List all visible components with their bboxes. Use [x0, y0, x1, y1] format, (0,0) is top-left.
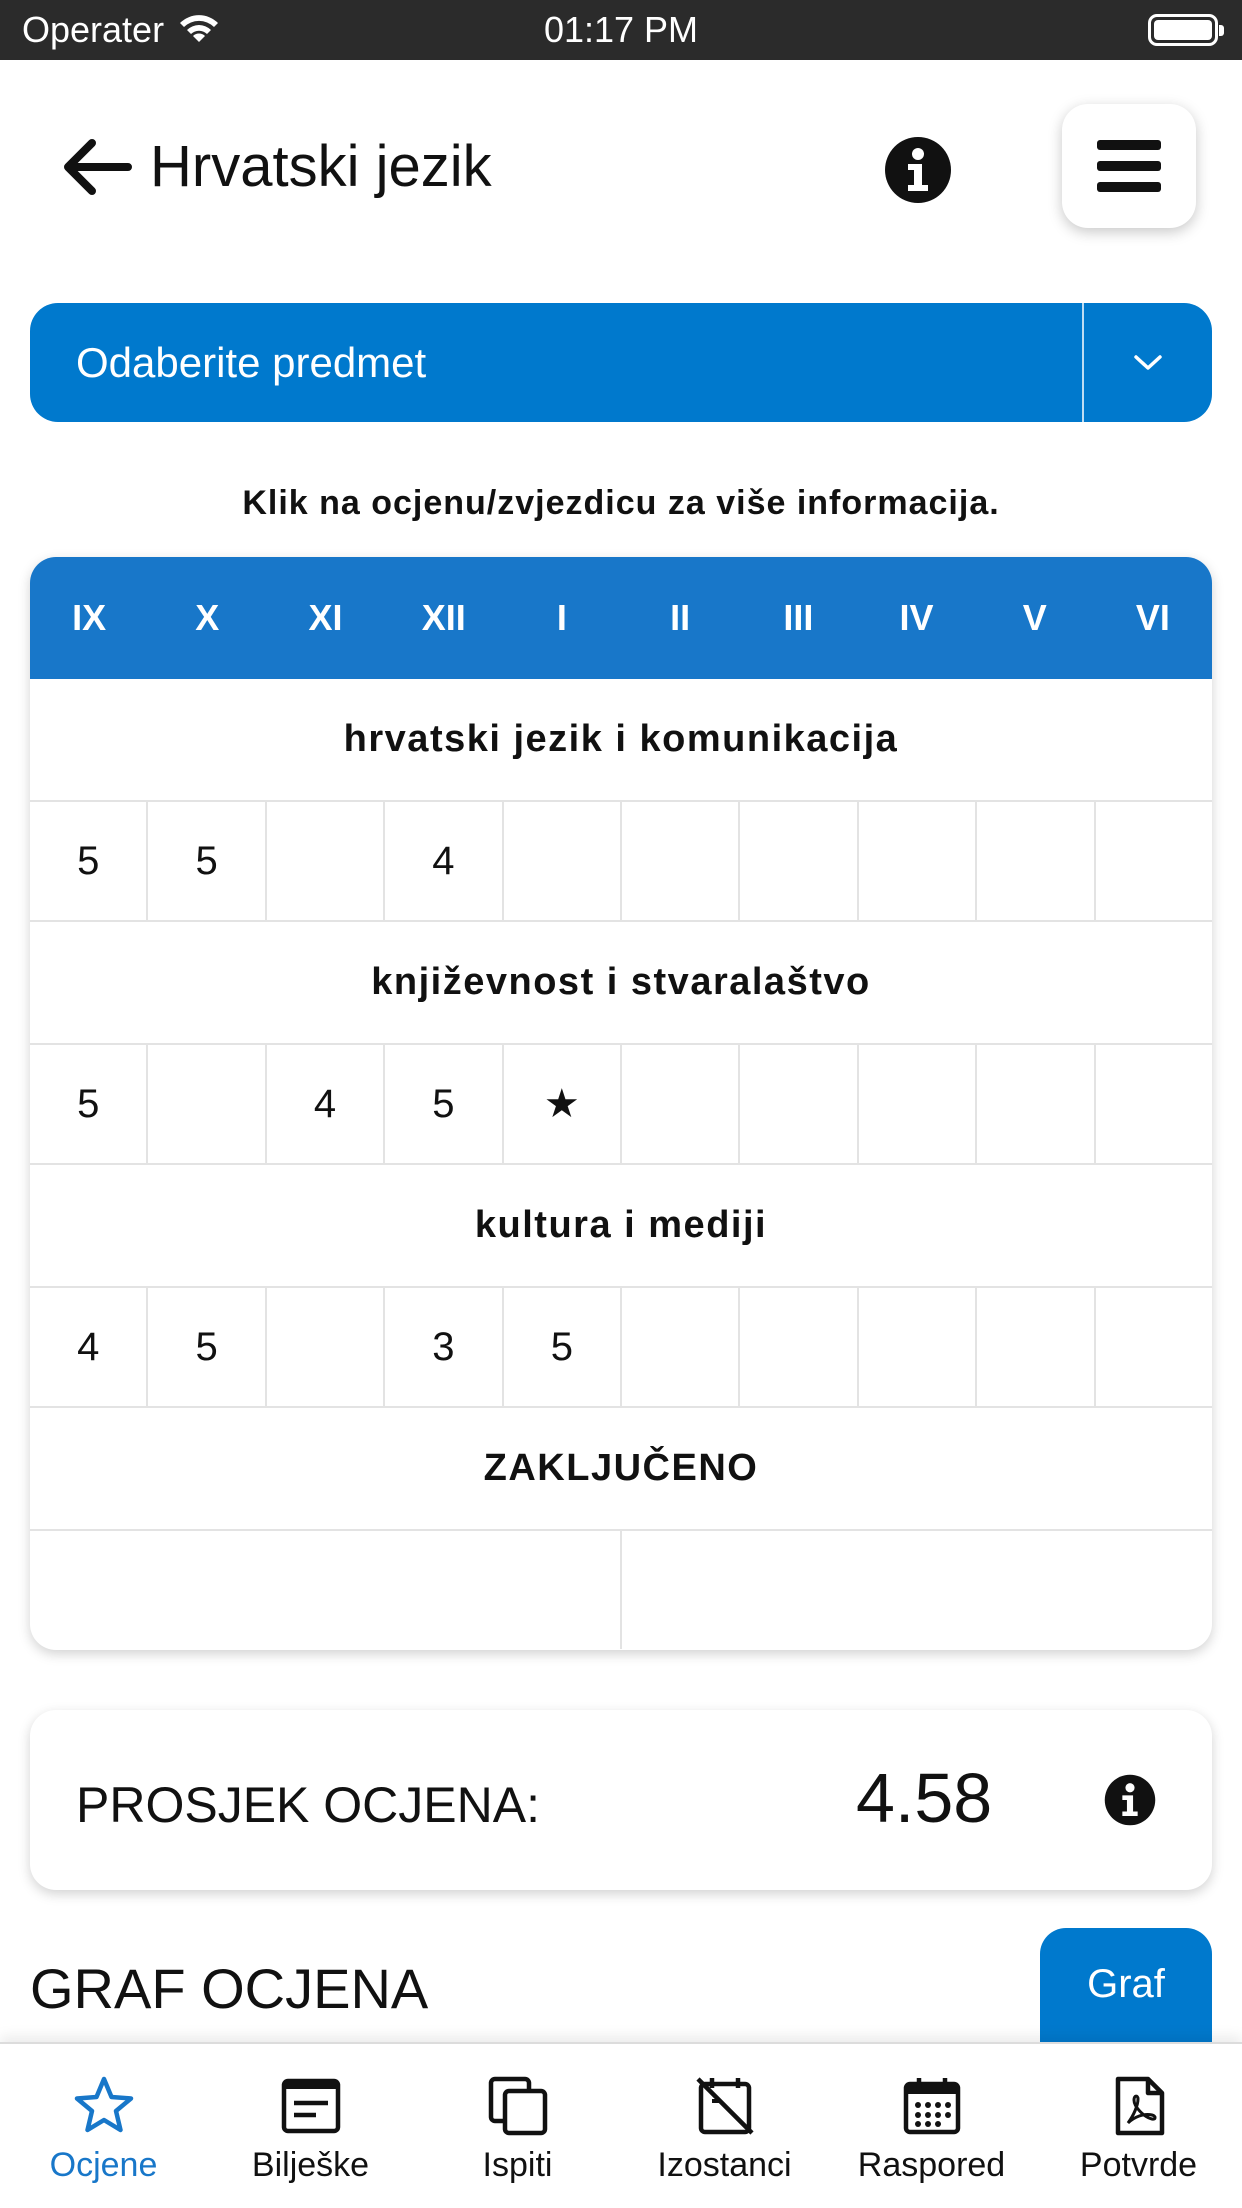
page-title: Hrvatski jezik	[150, 134, 492, 199]
grade-cell	[267, 802, 386, 920]
month-header: IV	[899, 597, 934, 638]
grade-cell[interactable]: 5	[504, 1288, 623, 1406]
month-header: XII	[421, 597, 466, 638]
grade-cell[interactable]: 4	[385, 802, 504, 920]
tab-izostanci[interactable]: Izostanci	[621, 2044, 828, 2208]
grade-cell	[977, 802, 1096, 920]
subject-select-label: Odaberite predmet	[76, 338, 427, 386]
star-icon	[72, 2074, 136, 2138]
grade-cell[interactable]: 5	[148, 802, 267, 920]
month-header: IX	[72, 597, 107, 638]
grade-cell[interactable]: 5	[30, 1045, 149, 1163]
status-bar: Operater 01:17 PM	[0, 0, 1242, 60]
average-label: PROSJEK OCJENA:	[76, 1777, 540, 1833]
month-header: II	[670, 597, 691, 638]
tab-ocjene[interactable]: Ocjene	[0, 2044, 207, 2208]
absence-icon	[693, 2074, 757, 2138]
final-grade-cell	[622, 1531, 1212, 1649]
grade-cell	[622, 1045, 741, 1163]
tab-label: Ocjene	[49, 2146, 158, 2184]
grade-cell	[622, 802, 741, 920]
grade-cell	[740, 802, 859, 920]
exams-icon	[486, 2074, 550, 2138]
tab-label: Ispiti	[482, 2146, 553, 2184]
final-grade-row	[30, 1531, 1212, 1649]
month-header: X	[195, 597, 220, 638]
subject-select-toggle[interactable]	[1084, 353, 1212, 373]
tab-label: Izostanci	[657, 2146, 792, 2184]
months-header: IX X XI XII I II III IV V VI	[30, 557, 1212, 679]
grades-table: IX X XI XII I II III IV V VI hrvatski je…	[30, 557, 1212, 1650]
grade-cell	[977, 1045, 1096, 1163]
grade-row: 5 4 5 ★	[30, 1045, 1212, 1165]
grade-cell	[267, 1288, 386, 1406]
average-value: 4.58	[856, 1759, 993, 1837]
tab-potvrde[interactable]: Potvrde	[1035, 2044, 1242, 2208]
tab-label: Bilješke	[251, 2146, 370, 2184]
grade-cell[interactable]: 5	[148, 1288, 267, 1406]
star-icon[interactable]: ★	[504, 1045, 623, 1163]
section-title: hrvatski jezik i komunikacija	[30, 679, 1212, 802]
final-grade-title: ZAKLJUČENO	[30, 1408, 1212, 1531]
grade-cell	[504, 802, 623, 920]
section-title: književnost i stvaralaštvo	[30, 922, 1212, 1045]
tab-raspored[interactable]: Raspored	[828, 2044, 1035, 2208]
grade-cell	[1096, 1045, 1212, 1163]
tab-label: Raspored	[857, 2146, 1006, 2184]
wifi-icon	[180, 15, 219, 42]
grade-cell	[740, 1045, 859, 1163]
tab-label: Potvrde	[1079, 2146, 1198, 2184]
grade-cell	[859, 802, 978, 920]
header: Hrvatski jezik	[0, 60, 1242, 280]
status-left: Operater	[22, 9, 220, 51]
chevron-down-icon	[1134, 354, 1162, 370]
grade-row: 4 5 3 5	[30, 1288, 1212, 1408]
hint-text: Klik na ocjenu/zvjezdicu za više informa…	[242, 484, 1000, 522]
grade-cell	[740, 1288, 859, 1406]
info-button[interactable]	[884, 136, 952, 204]
back-button[interactable]	[58, 132, 138, 202]
grade-cell	[859, 1045, 978, 1163]
carrier-label: Operater	[22, 9, 165, 50]
info-icon	[1104, 1774, 1156, 1826]
grade-cell	[148, 1045, 267, 1163]
grade-cell[interactable]: 4	[267, 1045, 386, 1163]
grade-cell[interactable]: 5	[385, 1045, 504, 1163]
calendar-icon	[900, 2074, 964, 2138]
month-header: XI	[308, 597, 343, 638]
grade-cell	[622, 1288, 741, 1406]
month-header: I	[556, 597, 567, 638]
subject-select[interactable]: Odaberite predmet	[30, 303, 1212, 422]
graph-title: GRAF OCJENA	[30, 1957, 429, 2020]
battery-icon	[1148, 14, 1224, 46]
grade-cell	[859, 1288, 978, 1406]
month-header: VI	[1135, 597, 1170, 638]
average-info-button[interactable]	[1104, 1774, 1156, 1826]
average-card: PROSJEK OCJENA: 4.58	[30, 1710, 1212, 1890]
info-icon	[885, 137, 951, 203]
grade-cell[interactable]: 3	[385, 1288, 504, 1406]
tab-ispiti[interactable]: Ispiti	[414, 2044, 621, 2208]
grade-cell[interactable]: 5	[30, 802, 149, 920]
hamburger-icon	[1097, 140, 1161, 192]
grade-cell[interactable]: 4	[30, 1288, 149, 1406]
notes-icon	[279, 2074, 343, 2138]
grade-cell	[1096, 802, 1212, 920]
grade-cell	[977, 1288, 1096, 1406]
tab-bar: Ocjene Bilješke Ispiti Izostanci Raspore…	[0, 2042, 1242, 2208]
section-title: kultura i mediji	[30, 1165, 1212, 1288]
final-grade-cell	[30, 1531, 622, 1649]
grade-cell	[1096, 1288, 1212, 1406]
grade-row: 5 5 4	[30, 802, 1212, 922]
tab-biljeske[interactable]: Bilješke	[207, 2044, 414, 2208]
back-arrow-icon	[64, 139, 132, 195]
month-header: III	[783, 597, 814, 638]
pdf-icon	[1107, 2074, 1171, 2138]
month-header: V	[1022, 597, 1047, 638]
graph-button[interactable]: Graf	[1040, 1928, 1212, 2046]
menu-button[interactable]	[1062, 104, 1196, 228]
